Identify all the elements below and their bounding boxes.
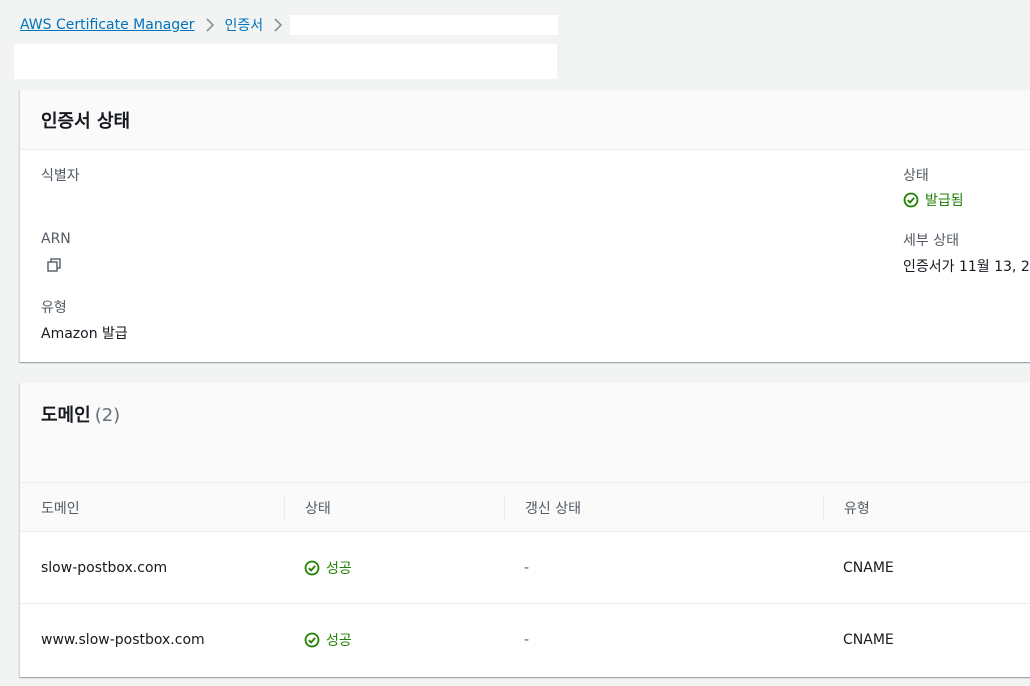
type-cell: CNAME xyxy=(843,560,894,576)
certificate-status-header: 인증서 상태 xyxy=(20,90,1030,150)
table-row: slow-postbox.com 성공 - CNAME xyxy=(20,532,1030,604)
column-header-renewal-status[interactable]: 갱신 상태 xyxy=(525,483,581,532)
type-cell: CNAME xyxy=(843,632,894,648)
type-label: 유형 xyxy=(41,300,67,316)
chevron-right-icon xyxy=(205,18,215,32)
check-circle-icon xyxy=(903,192,919,208)
column-divider xyxy=(504,495,505,519)
domain-cell: www.slow-postbox.com xyxy=(41,632,205,648)
column-header-domain[interactable]: 도메인 xyxy=(41,483,80,532)
certificate-status-panel: 인증서 상태 식별자 ARN 유형 Amazon 발급 상태 발급됨 세부 상태… xyxy=(19,90,1030,362)
breadcrumb: AWS Certificate Manager 인증서 xyxy=(20,14,293,36)
domains-title: 도메인 (2) xyxy=(41,401,1018,427)
renewal-status-cell: - xyxy=(524,560,530,576)
status-value: 발급됨 xyxy=(903,190,964,210)
domains-header: 도메인 (2) xyxy=(20,383,1030,483)
check-circle-icon xyxy=(304,632,320,648)
table-row: www.slow-postbox.com 성공 - CNAME xyxy=(20,604,1030,676)
copy-icon[interactable] xyxy=(47,258,61,272)
column-divider xyxy=(284,495,285,519)
detail-status-label: 세부 상태 xyxy=(903,233,959,249)
identifier-label: 식별자 xyxy=(41,168,80,184)
breadcrumb-certificates-link[interactable]: 인증서 xyxy=(225,15,264,35)
redacted-page-title xyxy=(14,44,557,79)
status-cell: 성공 xyxy=(304,532,352,604)
domain-cell: slow-postbox.com xyxy=(41,560,168,576)
status-text: 성공 xyxy=(326,561,352,577)
column-header-status[interactable]: 상태 xyxy=(305,483,331,532)
status-cell: 성공 xyxy=(304,604,352,676)
type-value: Amazon 발급 xyxy=(41,326,128,342)
certificate-status-title: 인증서 상태 xyxy=(41,110,131,132)
detail-status-value: 인증서가 11월 13, 20 xyxy=(903,259,1030,275)
domains-title-text: 도메인 xyxy=(41,405,91,426)
status-text: 발급됨 xyxy=(925,193,964,209)
status-text: 성공 xyxy=(326,633,352,649)
arn-value xyxy=(47,258,533,272)
chevron-right-icon xyxy=(273,18,283,32)
domains-panel: 도메인 (2) 도메인 상태 갱신 상태 유형 slow-postbox.com … xyxy=(19,383,1030,677)
check-circle-icon xyxy=(304,560,320,576)
breadcrumb-acm-link[interactable]: AWS Certificate Manager xyxy=(20,17,195,33)
redacted-certificate-id xyxy=(290,15,558,35)
renewal-status-cell: - xyxy=(524,632,530,648)
domains-count: (2) xyxy=(94,405,121,426)
domains-table-header: 도메인 상태 갱신 상태 유형 xyxy=(20,483,1030,532)
column-divider xyxy=(823,495,824,519)
status-label: 상태 xyxy=(903,168,929,184)
arn-label: ARN xyxy=(41,231,71,247)
column-header-type[interactable]: 유형 xyxy=(844,483,870,532)
